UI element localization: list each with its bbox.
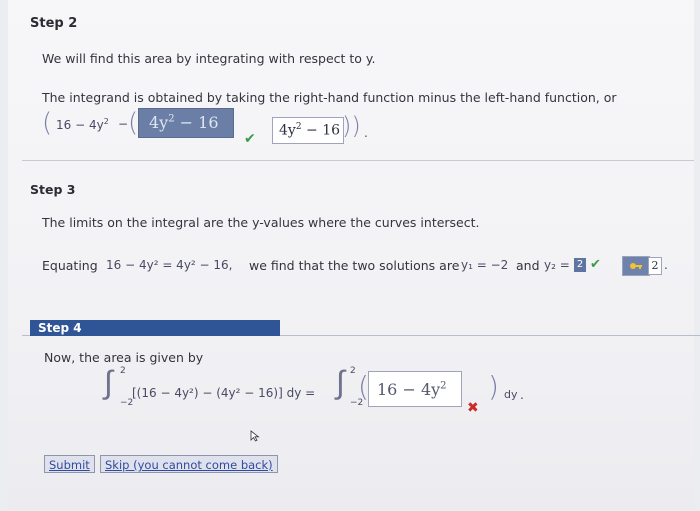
close-parens: )) bbox=[342, 112, 361, 140]
step4-title: Step 4 bbox=[30, 320, 280, 336]
open-paren-inner: ( bbox=[128, 108, 139, 138]
integrand-expression: [(16 − 4y²) − (4y² − 16)] dy = bbox=[132, 386, 316, 400]
y2-label: y₂ = bbox=[544, 258, 570, 272]
key-icon[interactable] bbox=[622, 256, 650, 276]
area-answer-input[interactable]: 16 − 4y2 bbox=[368, 371, 462, 407]
step3-title: Step 3 bbox=[30, 182, 76, 197]
y1-value: y₁ = −2 bbox=[461, 258, 509, 272]
mouse-cursor-icon bbox=[250, 430, 260, 442]
step4-line1: Now, the area is given by bbox=[44, 350, 204, 365]
area-answer-text: 16 − 4y2 bbox=[377, 380, 447, 399]
cross-icon: ✖ bbox=[467, 400, 479, 416]
integrand-correct-answer: 4y2 − 16 bbox=[272, 117, 344, 144]
expr-prefix: 16 − 4y2 bbox=[56, 117, 109, 132]
solution-page: Step 2 We will find this area by integra… bbox=[8, 0, 700, 510]
and-text: and bbox=[516, 258, 540, 273]
box2-text: 4y2 − 16 bbox=[279, 122, 341, 139]
check-icon: ✔ bbox=[590, 257, 601, 272]
close-paren-step4: ) bbox=[488, 370, 499, 403]
box1-text: 4y2 − 16 bbox=[149, 113, 219, 132]
period-3: . bbox=[520, 388, 524, 402]
dy-label: dy bbox=[504, 388, 518, 401]
submit-button[interactable]: Submit bbox=[44, 455, 95, 473]
check-icon: ✔ bbox=[244, 131, 256, 147]
step2-line1: We will find this area by integrating wi… bbox=[42, 51, 376, 66]
key-icon-glyph bbox=[630, 263, 642, 269]
period-2: . bbox=[664, 258, 668, 272]
skip-button[interactable]: Skip (you cannot come back) bbox=[100, 455, 278, 473]
y2-correct-answer: 2 bbox=[648, 257, 662, 275]
integrand-answer-box[interactable]: 4y2 − 16 bbox=[138, 108, 234, 138]
integral-upper: 2 bbox=[120, 366, 126, 376]
step3-line1: The limits on the integral are the y-val… bbox=[42, 215, 480, 230]
divider-1 bbox=[22, 160, 694, 161]
y2-answer-box[interactable]: 2 bbox=[574, 258, 586, 272]
step2-title: Step 2 bbox=[30, 16, 78, 31]
step3-line2-prefix: Equating bbox=[42, 258, 98, 273]
rhs-upper: 2 bbox=[350, 366, 356, 376]
period: . bbox=[364, 126, 368, 140]
integral-sign: ∫ bbox=[104, 363, 113, 401]
expr-minus: − bbox=[118, 117, 129, 131]
step2-line2: The integrand is obtained by taking the … bbox=[42, 90, 617, 105]
step3-line2-mid: we find that the two solutions are bbox=[249, 258, 460, 273]
step3-equation: 16 − 4y² = 4y² − 16, bbox=[106, 258, 233, 272]
integral-sign-2: ∫ bbox=[336, 363, 345, 401]
open-paren: ( bbox=[42, 108, 53, 138]
